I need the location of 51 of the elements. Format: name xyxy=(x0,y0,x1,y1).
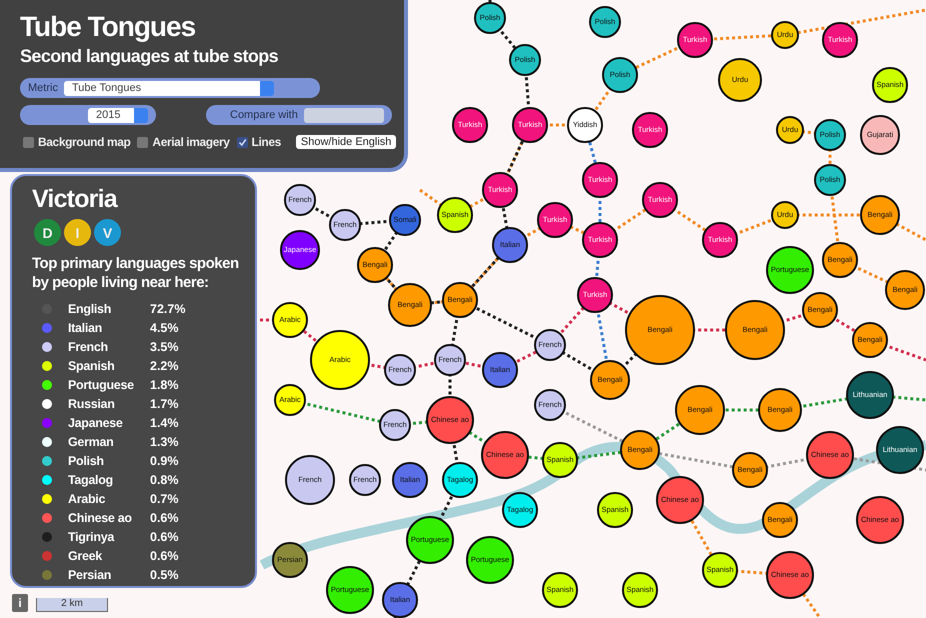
language-share: 0.6% xyxy=(150,530,178,544)
language-share: 0.6% xyxy=(150,548,178,562)
language-name: Tagalog xyxy=(68,472,114,486)
year-select[interactable]: 2015 xyxy=(88,108,148,122)
show-hide-english-button[interactable]: Show/hide English xyxy=(296,135,396,149)
checkbox[interactable] xyxy=(23,136,34,148)
language-share: 0.5% xyxy=(150,568,178,582)
checkbox-label: Lines xyxy=(252,135,281,149)
checkbox-label: Background map xyxy=(38,135,130,149)
language-name: German xyxy=(68,434,114,448)
language-share: 72.7% xyxy=(150,302,186,316)
language-name: Spanish xyxy=(68,358,116,372)
languages-heading: Top primary languages spoken by people living near here: xyxy=(32,254,240,292)
language-share: 0.8% xyxy=(150,472,178,486)
language-share: 0.6% xyxy=(150,510,178,524)
language-name: Persian xyxy=(68,568,112,582)
compare-select[interactable] xyxy=(304,108,384,122)
line-badge: I xyxy=(64,219,91,246)
language-name: Arabic xyxy=(68,492,106,506)
scale-bar: 2 km xyxy=(36,598,108,612)
language-name: Portuguese xyxy=(68,378,135,392)
language-share: 3.5% xyxy=(150,340,178,354)
checkbox[interactable] xyxy=(236,136,248,148)
language-name: Italian xyxy=(68,320,104,334)
line-badge: D xyxy=(34,219,61,246)
station-name: Victoria xyxy=(32,184,119,214)
language-share: 0.9% xyxy=(150,454,178,468)
checkbox[interactable] xyxy=(137,136,148,148)
language-share: 1.7% xyxy=(150,396,178,410)
language-share: 4.5% xyxy=(150,320,178,334)
language-name: Polish xyxy=(68,454,105,468)
language-name: French xyxy=(68,340,109,354)
language-share: 0.7% xyxy=(150,492,178,506)
line-badge: V xyxy=(94,219,121,246)
language-name: Japanese xyxy=(68,416,124,430)
language-share: 1.3% xyxy=(150,434,178,448)
language-name: Chinese ao xyxy=(68,510,133,524)
language-name: Tigrinya xyxy=(68,530,116,544)
app-subtitle: Second languages at tube stops xyxy=(20,45,280,68)
language-share: 1.8% xyxy=(150,378,178,392)
checkbox-label: Aerial imagery xyxy=(152,135,230,149)
language-name: Greek xyxy=(68,548,103,562)
info-button[interactable]: i xyxy=(12,594,28,612)
compare-label: Compare with xyxy=(230,109,298,121)
metric-label: Metric xyxy=(28,82,58,94)
language-share: 2.2% xyxy=(150,358,178,372)
language-share: 1.4% xyxy=(150,416,178,430)
app-title: Tube Tongues xyxy=(20,10,196,44)
language-name: Russian xyxy=(68,396,116,410)
metric-select[interactable]: Tube Tongues xyxy=(64,80,274,96)
language-name: English xyxy=(68,302,112,316)
